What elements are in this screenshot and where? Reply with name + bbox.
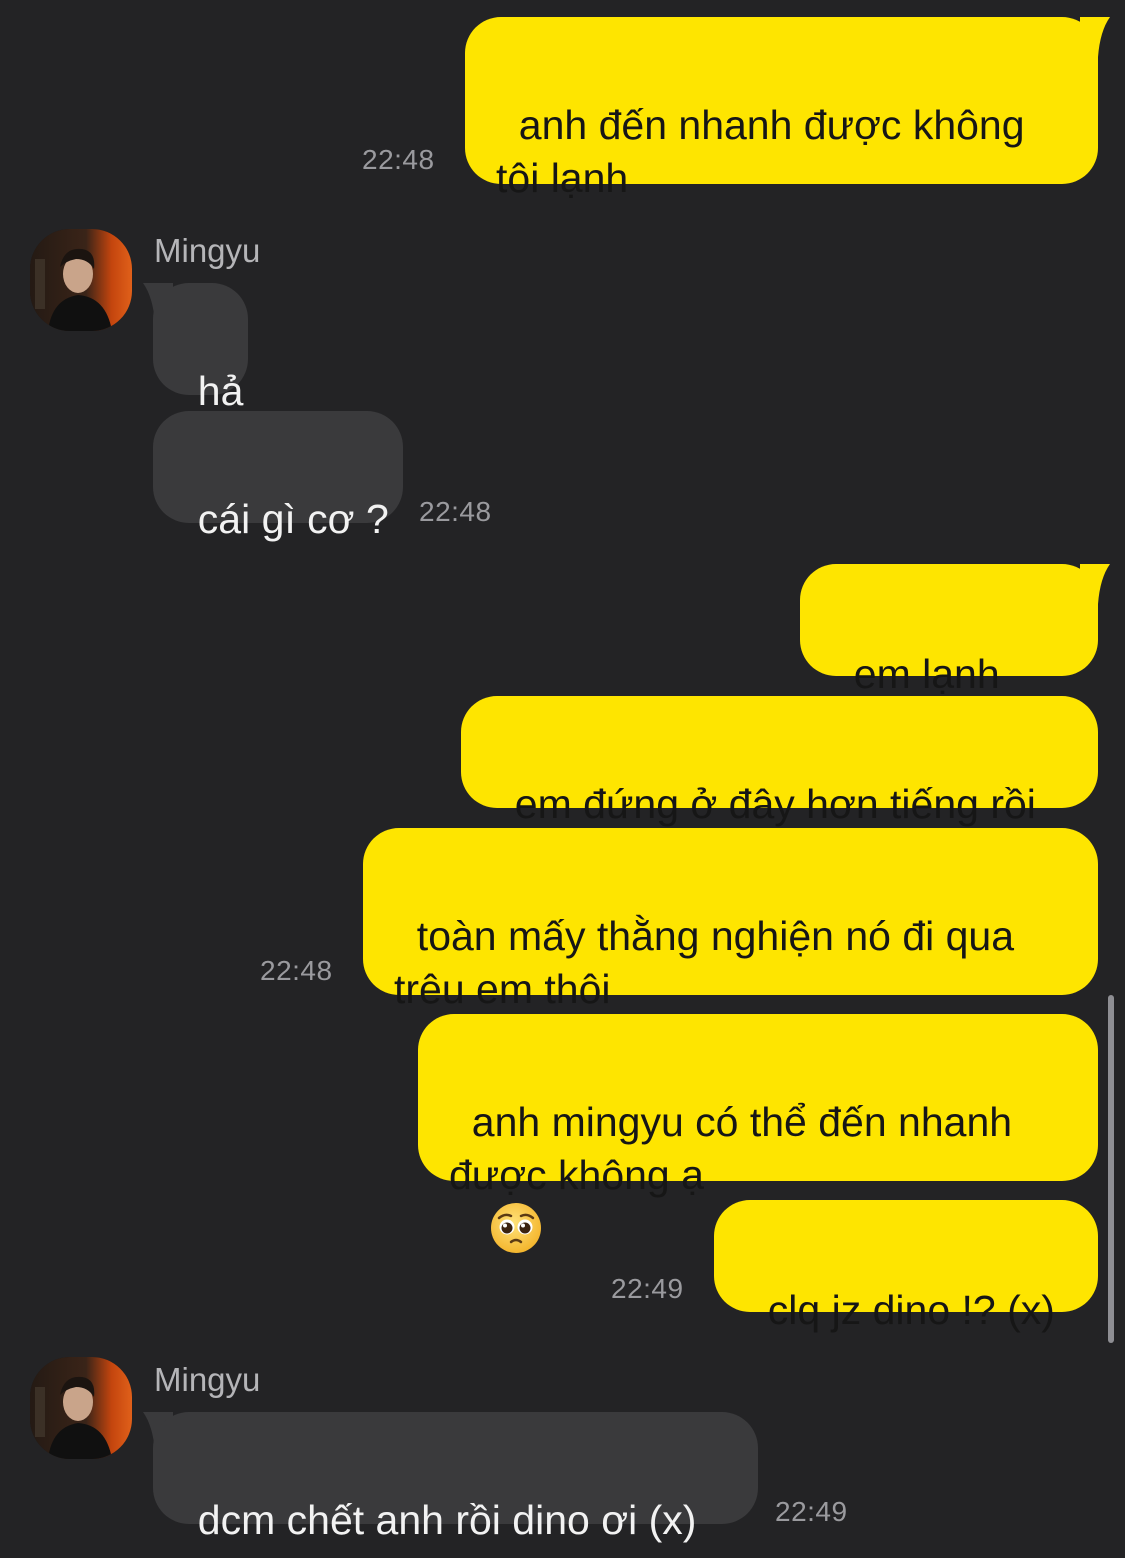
bubble-tail-icon <box>1080 17 1110 57</box>
message-text: anh mingyu có thể đến nhanh được không ạ <box>449 1099 1013 1198</box>
message-text: em đứng ở đây hơn tiếng rồi <box>514 781 1036 827</box>
message-timestamp: 22:48 <box>419 496 492 527</box>
message-text: cái gì cơ ? <box>197 496 389 542</box>
my-message-bubble[interactable]: anh mingyu có thể đến nhanh được không ạ <box>418 1014 1098 1253</box>
profile-photo-icon <box>30 229 132 331</box>
message-text: em lạnh <box>853 651 1000 697</box>
my-message-bubble[interactable]: toàn mấy thằng nghiện nó đi qua trêu em … <box>363 828 1098 1012</box>
my-message-bubble[interactable]: anh đến nhanh được không tôi lạnh <box>465 17 1098 201</box>
scrollbar-thumb[interactable] <box>1108 995 1114 1343</box>
message-text: toàn mấy thằng nghiện nó đi qua trêu em … <box>394 913 1015 1012</box>
sender-name: Mingyu <box>154 232 261 269</box>
avatar[interactable] <box>30 1357 132 1459</box>
bubble-tail-icon <box>1080 564 1110 604</box>
my-message-bubble[interactable]: em lạnh <box>800 564 1098 752</box>
their-message-bubble[interactable]: dcm chết anh rồi dino ơi (x) <box>153 1412 758 1543</box>
pleading-face-icon <box>490 1203 541 1253</box>
avatar[interactable] <box>30 229 132 331</box>
message-text: dcm chết anh rồi dino ơi (x) <box>197 1497 697 1543</box>
message-text: anh đến nhanh được không tôi lạnh <box>496 102 1025 201</box>
message-timestamp: 22:49 <box>775 1496 848 1527</box>
their-message-bubble[interactable]: cái gì cơ ? <box>153 411 403 542</box>
profile-photo-icon <box>30 1357 132 1459</box>
my-message-bubble[interactable]: clq jz dino !? (x) <box>714 1200 1098 1333</box>
message-timestamp: 22:48 <box>362 144 435 175</box>
my-message-bubble[interactable]: em đứng ở đây hơn tiếng rồi <box>461 696 1098 827</box>
message-timestamp: 22:49 <box>611 1273 684 1304</box>
their-message-bubble[interactable]: hả <box>153 283 248 414</box>
message-text: clq jz dino !? (x) <box>767 1287 1055 1333</box>
message-text: hả <box>197 368 244 414</box>
sender-name: Mingyu <box>154 1361 261 1398</box>
message-timestamp: 22:48 <box>260 955 333 986</box>
